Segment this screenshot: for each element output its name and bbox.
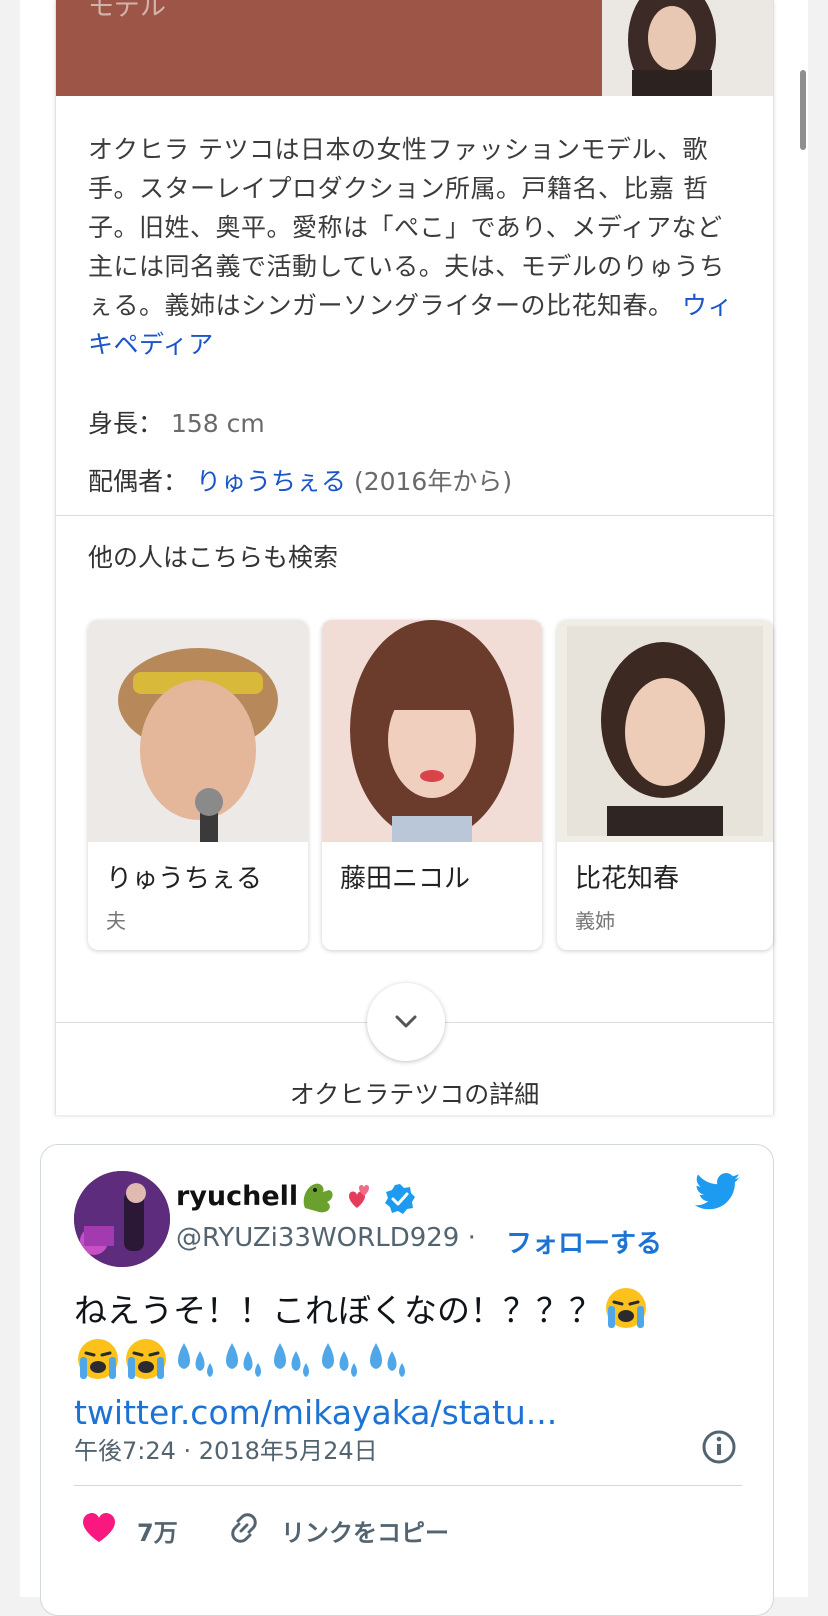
panel-header-banner: モデル [56, 0, 602, 96]
tweet-link[interactable]: twitter.com/mikayaka/statu... [74, 1393, 557, 1432]
follow-button[interactable]: フォローする [506, 1223, 662, 1260]
sweat-droplets-icon [170, 1337, 218, 1381]
divider [56, 515, 773, 516]
link-icon[interactable] [226, 1510, 262, 1550]
scrollbar[interactable] [800, 70, 806, 150]
info-icon[interactable] [701, 1429, 737, 1469]
chevron-down-icon [395, 1015, 417, 1028]
name-emoji-decoration [299, 1178, 381, 1220]
fact-value: (2016年から) [353, 467, 513, 496]
crying-face-icon [602, 1286, 650, 1330]
sweat-droplets-icon [314, 1337, 362, 1381]
fact-label: 身長： [88, 409, 164, 438]
person-relation: 夫 [106, 909, 126, 933]
person-photo [88, 620, 308, 842]
fact-spouse: 配偶者： りゅうちぇる (2016年から) [88, 462, 512, 498]
description-text: オクヒラ テツコは日本の女性ファッションモデル、歌手。スターレイプロダクション所… [88, 135, 725, 320]
heart-icon[interactable] [81, 1512, 117, 1548]
panel-header-label: モデル [88, 0, 167, 22]
person-photo [557, 620, 773, 842]
sweat-droplets-icon [218, 1337, 266, 1381]
fact-label: 配偶者： [88, 467, 189, 496]
spouse-link[interactable]: りゅうちぇる [196, 467, 346, 496]
crying-face-icon [122, 1337, 170, 1381]
copy-link-button[interactable]: リンクをコピー [281, 1513, 449, 1548]
description: オクヒラ テツコは日本の女性ファッションモデル、歌手。スターレイプロダクション所… [88, 130, 738, 364]
tweet-text: ねえうそ！！これぼくなの！？？？ twitter.com/mikayaka/st… [74, 1285, 744, 1438]
more-details-link[interactable]: オクヒラテツコの詳細 [56, 1075, 773, 1111]
person-card[interactable]: 藤田ニコル [322, 620, 542, 950]
person-name: りゅうちぇる [106, 864, 263, 894]
person-relation: 義姉 [575, 909, 615, 933]
person-name: 藤田ニコル [340, 864, 471, 894]
sweat-droplets-icon [266, 1337, 314, 1381]
divider [74, 1485, 742, 1486]
tweet-handle: @RYUZi33WORLD929 · [176, 1223, 476, 1253]
tweet-timestamp[interactable]: 午後7:24 · 2018年5月24日 [74, 1431, 378, 1466]
fact-value: 158 cm [170, 409, 265, 438]
people-also-search-title: 他の人はこちらも検索 [88, 543, 339, 572]
sweat-droplets-icon [362, 1337, 410, 1381]
tweet-author-name[interactable]: ryuchell [176, 1181, 298, 1212]
like-count: 7万 [137, 1519, 178, 1547]
verified-badge-icon [384, 1183, 416, 1219]
crying-face-icon [74, 1337, 122, 1381]
knowledge-panel: モデル オクヒラ テツコは日本の女性ファッションモデル、歌手。スターレイプロダク… [55, 0, 774, 1115]
handle-text[interactable]: @RYUZi33WORLD929 [176, 1223, 459, 1253]
expand-button[interactable] [367, 983, 445, 1061]
person-card[interactable]: りゅうちぇる 夫 [88, 620, 308, 950]
person-name: 比花知春 [575, 864, 680, 894]
person-photo [322, 620, 542, 842]
tweet-text-body: ねえうそ！！これぼくなの！？？？ [74, 1291, 602, 1330]
person-card[interactable]: 比花知春 義姉 [557, 620, 773, 950]
profile-photo[interactable] [602, 0, 773, 96]
tweet-card: ryuchell @RYUZi33WORLD929 · フォローする ねえうそ！… [40, 1144, 774, 1616]
twitter-bird-icon[interactable] [694, 1173, 741, 1215]
avatar[interactable] [74, 1171, 170, 1267]
fact-height: 身長： 158 cm [88, 404, 265, 440]
handle-separator: · [467, 1223, 476, 1253]
